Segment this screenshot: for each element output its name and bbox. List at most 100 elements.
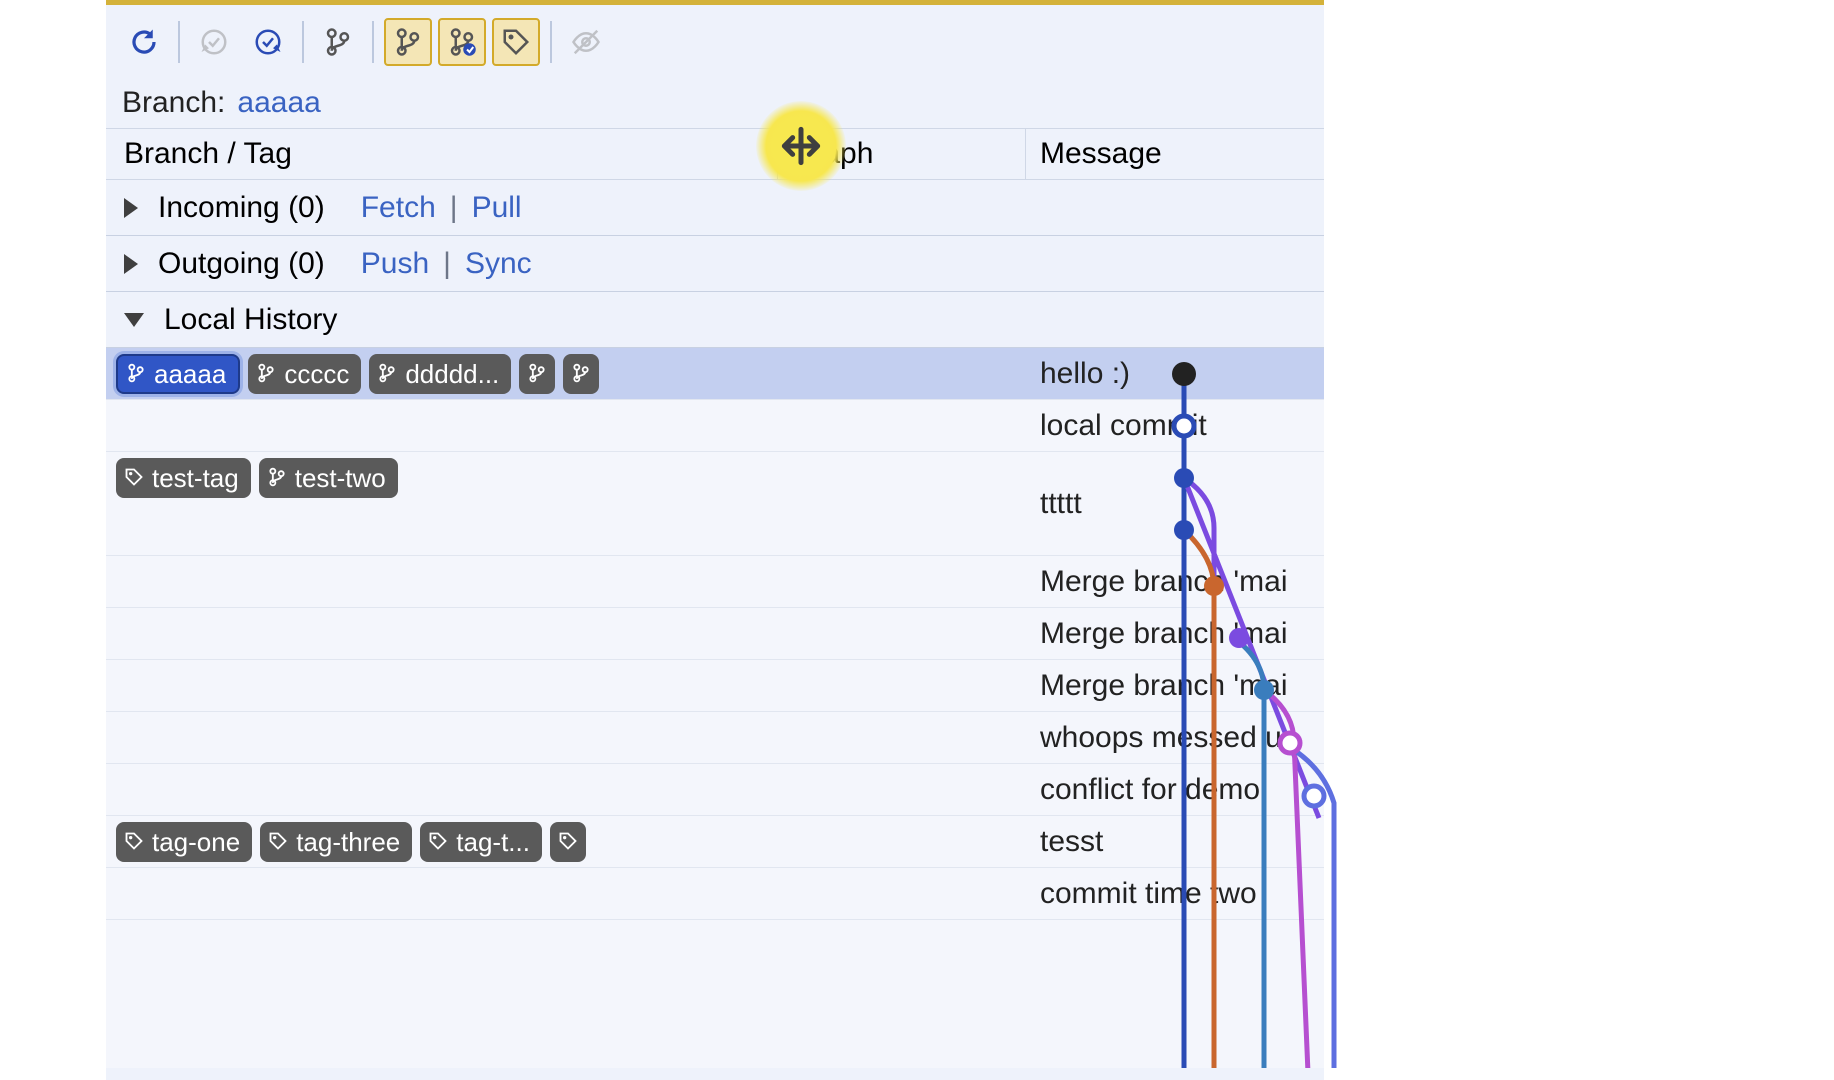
sync-link[interactable]: Sync [465, 247, 532, 281]
branch-icon [527, 359, 547, 390]
toolbar [106, 5, 1324, 78]
branch-chip[interactable]: ddddd... [369, 354, 511, 394]
branch-simple-button[interactable] [314, 18, 362, 66]
commit-message: conflict for demo [1026, 764, 1324, 815]
commit-row-chips [106, 660, 778, 711]
commit-row-graph-cell [778, 712, 1026, 763]
toolbar-separator [372, 21, 374, 63]
commit-row-graph-cell [778, 764, 1026, 815]
commit-row[interactable]: conflict for demo [106, 764, 1324, 816]
outgoing-section[interactable]: Outgoing (0) Push | Sync [106, 236, 1324, 292]
commit-row-graph-cell [778, 452, 1026, 555]
branch-chip[interactable]: ccccc [248, 354, 361, 394]
branch-icon [377, 359, 397, 390]
toolbar-separator [178, 21, 180, 63]
commit-row-chips [106, 608, 778, 659]
commit-row-chips: aaaaa ccccc ddddd... [106, 348, 778, 399]
redo-checkmark-button[interactable] [244, 18, 292, 66]
commit-row[interactable]: aaaaa ccccc ddddd... hello :) [106, 348, 1324, 400]
tag-icon [268, 827, 288, 858]
toolbar-separator [550, 21, 552, 63]
chip-label: tag-three [296, 827, 400, 858]
commit-message: Merge branch 'mai [1026, 556, 1324, 607]
branch-chip[interactable]: test-two [259, 458, 398, 498]
commit-message: hello :) [1026, 348, 1324, 399]
branch-icon [256, 359, 276, 390]
tag-icon [124, 463, 144, 494]
commit-message: Merge branch 'mai [1026, 608, 1324, 659]
chevron-right-icon [124, 254, 138, 274]
outgoing-label: Outgoing (0) [158, 247, 325, 281]
chip-label: test-tag [152, 463, 239, 494]
pull-link[interactable]: Pull [472, 191, 522, 225]
commit-message: commit time two [1026, 868, 1324, 919]
tag-chip[interactable] [550, 822, 586, 862]
commit-row-graph-cell [778, 816, 1026, 867]
commit-message: Merge branch 'mai [1026, 660, 1324, 711]
commit-row-graph-cell [778, 868, 1026, 919]
commit-row[interactable]: Merge branch 'mai [106, 608, 1324, 660]
commit-row-graph-cell [778, 660, 1026, 711]
fetch-link[interactable]: Fetch [361, 191, 436, 225]
branch-chip[interactable]: aaaaa [116, 354, 240, 394]
commit-message: ttttt [1026, 452, 1324, 555]
commit-row-chips: test-tag test-two [106, 452, 778, 555]
column-headers: Branch / Tag Graph Message [106, 128, 1324, 180]
commit-message: local commit [1026, 400, 1324, 451]
commit-row[interactable]: local commit [106, 400, 1324, 452]
incoming-sep: | [450, 191, 458, 225]
chip-label: tag-one [152, 827, 240, 858]
commit-row-graph-cell [778, 608, 1026, 659]
tag-icon [428, 827, 448, 858]
tag-chip[interactable]: test-tag [116, 458, 251, 498]
branch-icon [126, 359, 146, 390]
branch-indicator-value[interactable]: aaaaa [237, 86, 320, 120]
branch-all-toggle[interactable] [384, 18, 432, 66]
branch-icon [571, 359, 591, 390]
commit-row-graph-cell [778, 400, 1026, 451]
commit-row-chips [106, 868, 778, 919]
local-history-section[interactable]: Local History [106, 292, 1324, 348]
commit-message: whoops messed up [1026, 712, 1324, 763]
chip-label: tag-t... [456, 827, 530, 858]
outgoing-sep: | [443, 247, 451, 281]
commit-row-graph-cell [778, 556, 1026, 607]
incoming-section[interactable]: Incoming (0) Fetch | Pull [106, 180, 1324, 236]
column-header-message[interactable]: Message [1026, 129, 1324, 179]
commit-list: aaaaacccccddddd...hello :)local committe… [106, 348, 1324, 1068]
toolbar-separator [302, 21, 304, 63]
commit-row[interactable]: tag-onetag-threetag-t...tesst [106, 816, 1324, 868]
commit-row[interactable]: test-tag test-two ttttt [106, 452, 1324, 556]
tag-chip[interactable]: tag-three [260, 822, 412, 862]
commit-row-graph-cell [778, 348, 1026, 399]
column-header-graph[interactable]: Graph [778, 129, 1026, 179]
commit-row-chips [106, 764, 778, 815]
commit-row[interactable]: Merge branch 'mai [106, 556, 1324, 608]
tag-icon [124, 827, 144, 858]
tag-toggle[interactable] [492, 18, 540, 66]
branch-chip[interactable] [519, 354, 555, 394]
push-link[interactable]: Push [361, 247, 429, 281]
column-header-branch-tag[interactable]: Branch / Tag [106, 129, 778, 179]
chip-label: test-two [295, 463, 386, 494]
undo-checkmark-button[interactable] [190, 18, 238, 66]
chip-label: ccccc [284, 359, 349, 390]
commit-row-chips [106, 712, 778, 763]
branch-indicator-label: Branch: [122, 86, 225, 120]
git-history-pane: Branch: aaaaa Branch / Tag Graph Message… [106, 0, 1324, 1080]
tag-chip[interactable]: tag-t... [420, 822, 542, 862]
incoming-label: Incoming (0) [158, 191, 325, 225]
commit-row[interactable]: commit time two [106, 868, 1324, 920]
branch-chip[interactable] [563, 354, 599, 394]
branch-remote-toggle[interactable] [438, 18, 486, 66]
commit-row-chips [106, 400, 778, 451]
tag-chip[interactable]: tag-one [116, 822, 252, 862]
chevron-right-icon [124, 198, 138, 218]
chip-label: aaaaa [154, 359, 226, 390]
refresh-button[interactable] [120, 18, 168, 66]
commit-row[interactable]: Merge branch 'mai [106, 660, 1324, 712]
tag-icon [558, 827, 578, 858]
commit-row[interactable]: whoops messed up [106, 712, 1324, 764]
hide-button[interactable] [562, 18, 610, 66]
local-history-label: Local History [164, 303, 337, 337]
